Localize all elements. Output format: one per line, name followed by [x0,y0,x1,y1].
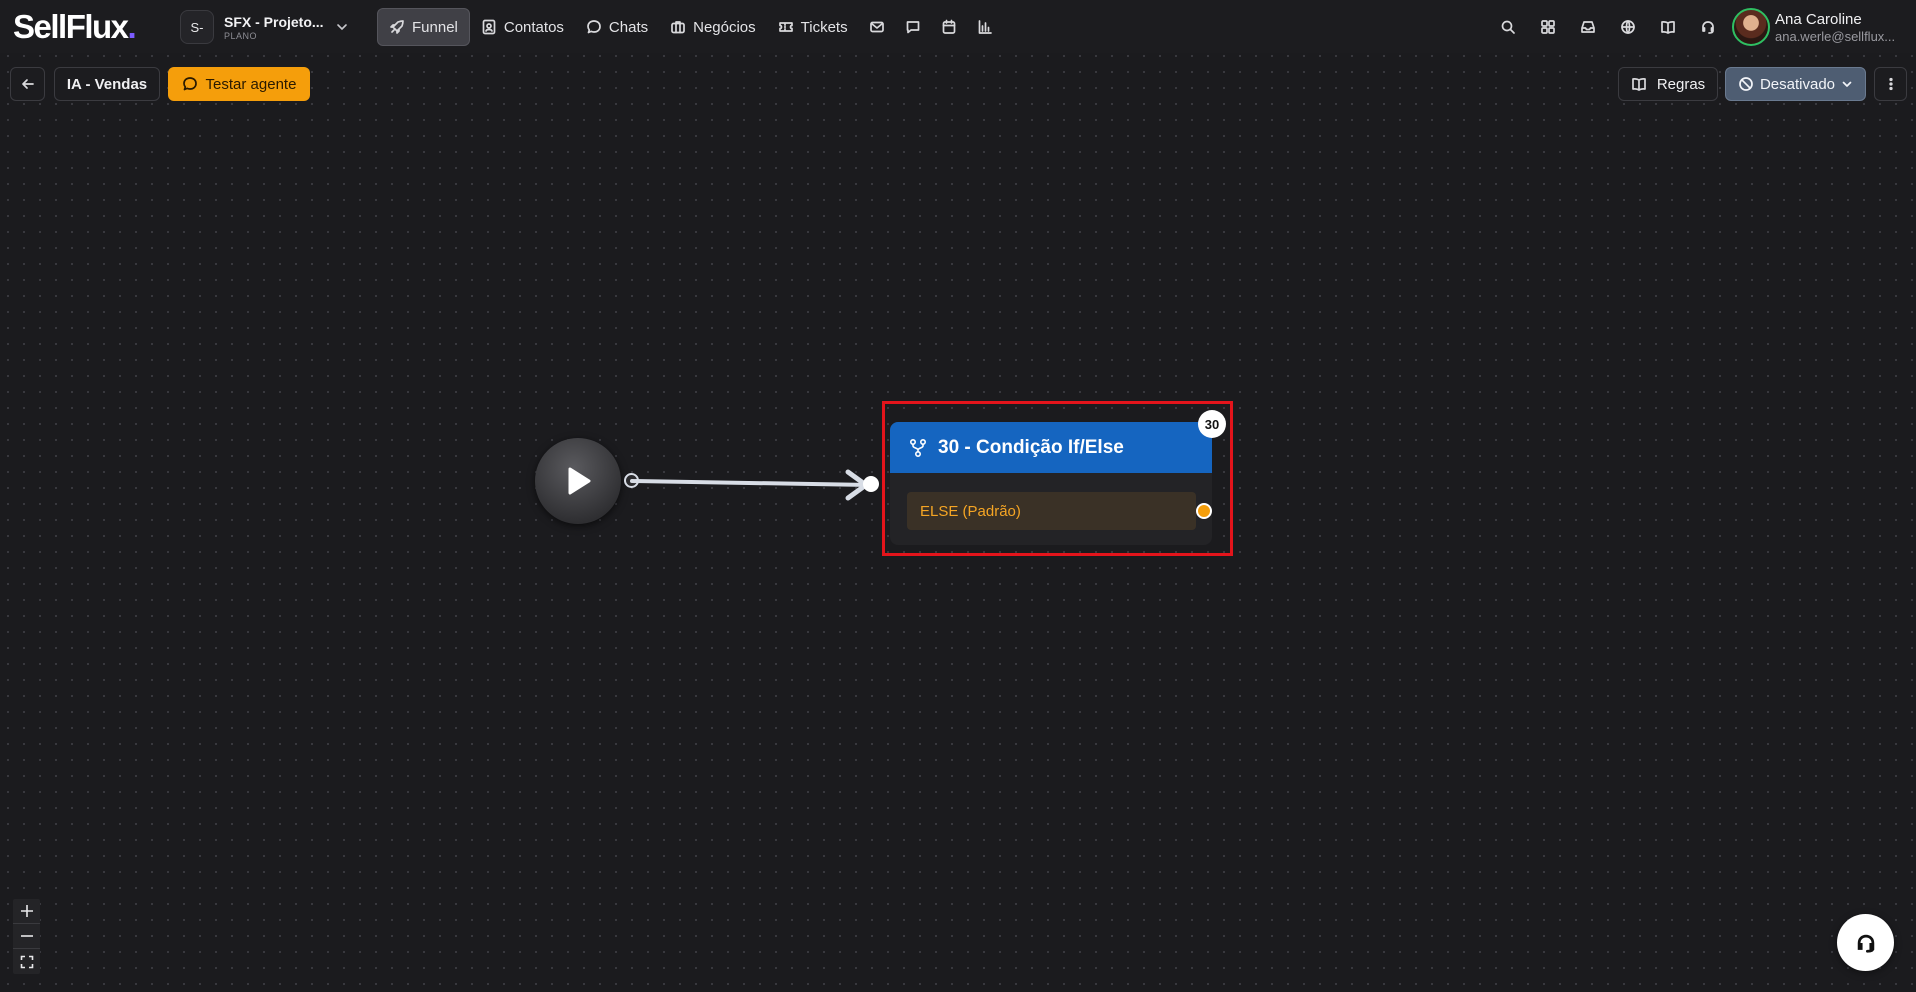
nav-reports[interactable] [967,8,1003,46]
headset-icon [1857,934,1874,953]
fullscreen-icon [20,955,33,968]
user-name: Ana Caroline [1775,10,1862,28]
docs-button[interactable] [1648,13,1688,41]
apps-grid-icon [1541,20,1555,34]
mail-icon [869,21,884,33]
logo-dot: . [127,8,137,45]
main-nav: Funnel Contatos Chats Negócios Tickets [377,8,1003,46]
nav-calendar[interactable] [931,8,967,46]
nav-item-funnel[interactable]: Funnel [377,8,470,46]
test-agent-button[interactable]: Testar agente [168,67,310,101]
git-branch-icon [909,438,927,457]
test-agent-label: Testar agente [205,75,297,93]
nav-mail[interactable] [859,8,895,46]
play-icon [568,467,591,495]
zoom-in-button[interactable] [13,899,40,924]
workspace-plan: PLANO [224,30,258,41]
search-button[interactable] [1488,13,1528,41]
book-icon [1661,21,1675,34]
chat-bubble-icon [587,20,601,34]
nav-messages[interactable] [895,8,931,46]
headset-icon [1702,21,1714,34]
nav-item-chats[interactable]: Chats [575,8,659,46]
status-label: Desativado [1759,75,1836,93]
minus-icon [20,935,33,937]
nav-item-contatos[interactable]: Contatos [470,8,575,46]
flow-edge [630,469,872,501]
nav-label-funnel: Funnel [412,18,458,36]
zoom-out-button[interactable] [13,924,40,949]
support-button[interactable] [1688,13,1728,41]
contact-card-icon [482,19,496,35]
zoom-controls [13,899,40,974]
flow-toolbar: IA - Vendas Testar agente Regras Desativ… [0,67,1916,101]
nav-label-chats: Chats [608,18,649,36]
nav-label-contatos: Contatos [503,18,564,36]
workspace-switcher[interactable]: S- SFX - Projeto... PLANO [180,10,355,44]
inbox-icon [1581,21,1595,33]
user-menu[interactable]: Ana Caroline ana.werle@sellflux... [1732,8,1895,46]
calendar-icon [942,19,955,34]
nav-item-negocios[interactable]: Negócios [659,8,767,46]
header-actions [1488,13,1728,41]
start-node[interactable] [535,438,621,524]
else-branch[interactable]: ELSE (Padrão) [907,492,1196,530]
avatar [1732,8,1770,46]
logo-text: SellFlux [13,8,129,45]
bar-chart-icon [978,20,992,34]
rules-button[interactable]: Regras [1618,67,1718,101]
briefcase-icon [671,21,685,34]
flow-name-button[interactable]: IA - Vendas [54,67,160,101]
node-number-badge: 30 [1198,410,1226,438]
sellflux-logo[interactable]: SellFlux. [13,8,137,46]
condition-node-input-handle[interactable] [863,476,879,492]
more-options-button[interactable] [1874,67,1907,101]
ban-icon [1739,77,1753,91]
user-email: ana.werle@sellflux... [1775,28,1895,44]
else-output-handle[interactable] [1196,503,1212,519]
rocket-icon [390,20,404,34]
plus-icon [20,905,33,917]
workspace-name: SFX - Projeto... [224,13,324,30]
globe-icon [1621,20,1635,34]
fit-view-button[interactable] [13,949,40,974]
ticket-icon [778,22,793,32]
support-chat-button[interactable] [1837,914,1894,971]
search-icon [1501,20,1515,34]
status-dropdown[interactable]: Desativado [1725,67,1866,101]
language-button[interactable] [1608,13,1648,41]
workspace-badge: S- [180,10,214,44]
more-vertical-icon [1888,77,1893,91]
condition-node-header: 30 - Condição If/Else [890,422,1212,473]
back-button[interactable] [10,67,45,101]
nav-label-negocios: Negócios [693,18,756,36]
condition-node-title: 30 - Condição If/Else [938,436,1124,458]
chevron-down-icon [1842,81,1852,87]
apps-button[interactable] [1528,13,1568,41]
nav-label-tickets: Tickets [800,18,848,36]
top-navbar: SellFlux. S- SFX - Projeto... PLANO Funn… [0,0,1916,53]
rules-label: Regras [1656,75,1706,93]
nav-item-tickets[interactable]: Tickets [767,8,859,46]
condition-node[interactable]: 30 - Condição If/Else ELSE (Padrão) [890,422,1212,545]
arrow-left-icon [21,79,34,89]
inbox-button[interactable] [1568,13,1608,41]
chevron-down-icon [337,24,347,31]
message-square-icon [906,21,919,34]
book-icon [1631,78,1646,91]
chat-bubble-icon [182,77,197,91]
